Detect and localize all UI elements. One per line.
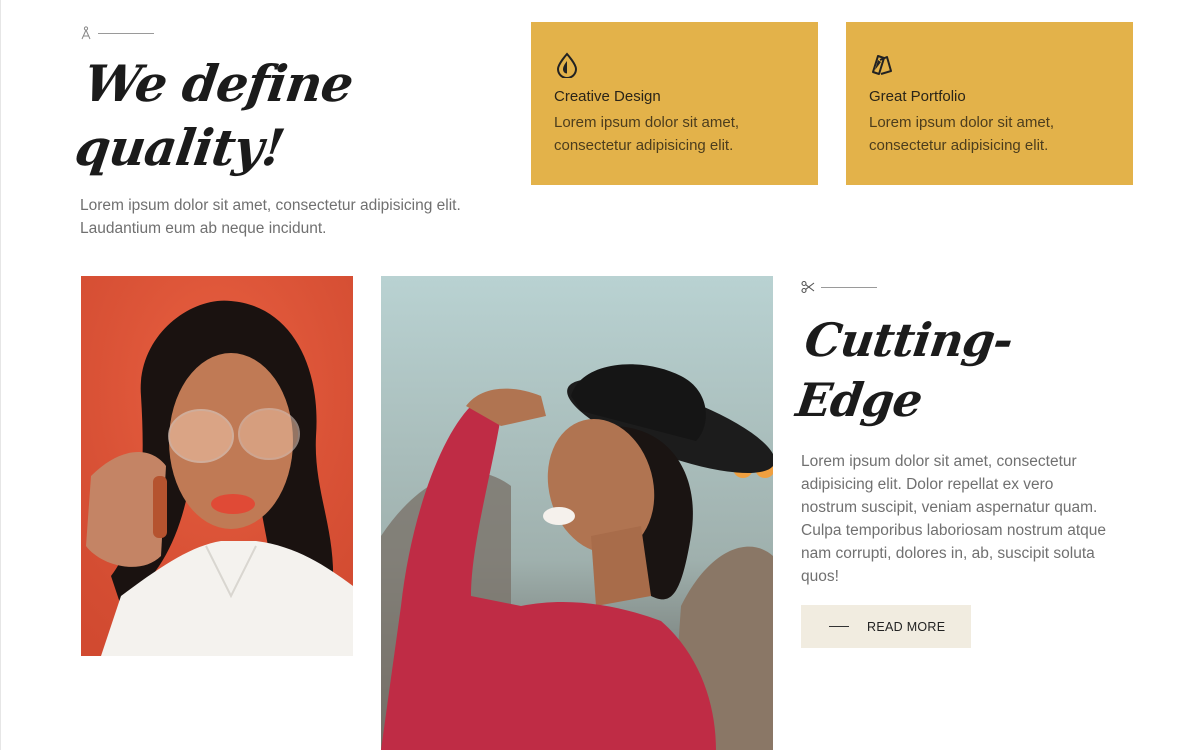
compass-icon (81, 26, 91, 40)
intro-eyebrow (80, 24, 500, 42)
read-more-button[interactable]: READ MORE (801, 605, 971, 648)
feature-card-great-portfolio: Great Portfolio Lorem ipsum dolor sit am… (846, 22, 1133, 185)
card-title: Creative Design (554, 88, 661, 105)
intro-title: We define quality! (71, 54, 357, 177)
woman-with-black-hat-photo (381, 276, 773, 750)
edge-eyebrow (801, 278, 1121, 296)
cutting-edge-section: Cutting-Edge Lorem ipsum dolor sit amet,… (793, 278, 1121, 648)
edge-text: Lorem ipsum dolor sit amet, consectetur … (801, 453, 1106, 585)
card-title: Great Portfolio (869, 88, 966, 105)
dash-icon (829, 626, 849, 627)
page-left-border (0, 0, 1, 750)
card-text: Lorem ipsum dolor sit amet, consectetur … (869, 114, 1055, 154)
intro-section: We define quality! Lorem ipsum dolor sit… (71, 24, 500, 240)
woman-with-glasses-photo (81, 276, 353, 656)
intro-text: Lorem ipsum dolor sit amet, consectetur … (80, 197, 461, 237)
card-text: Lorem ipsum dolor sit amet, consectetur … (554, 114, 740, 154)
feature-card-creative-design: Creative Design Lorem ipsum dolor sit am… (531, 22, 818, 185)
eyebrow-line (821, 286, 877, 288)
scissors-icon (801, 280, 815, 294)
read-more-label: READ MORE (867, 619, 946, 634)
swatches-icon (872, 55, 892, 75)
edge-title: Cutting-Edge (792, 313, 1016, 427)
drop-icon (556, 52, 578, 78)
eyebrow-line (98, 32, 154, 34)
